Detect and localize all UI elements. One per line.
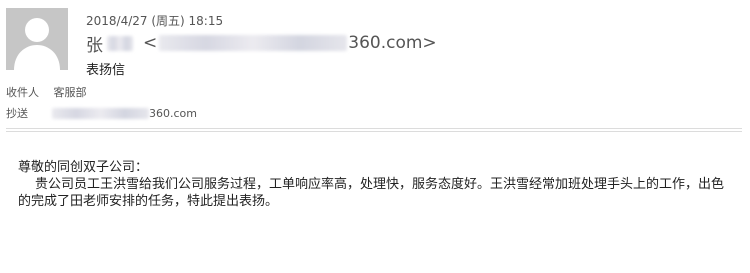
email-reading-pane: 2018/4/27 (周五) 18:15 张 < 360.com> 表扬信 收件… xyxy=(0,0,750,273)
to-row: 收件人 客服部 xyxy=(6,84,87,100)
to-label: 收件人 xyxy=(6,86,39,99)
body-greeting: 尊敬的同创双子公司： xyxy=(18,160,149,175)
sender-email-domain[interactable]: 360.com> xyxy=(348,33,436,53)
cc-label: 抄送 xyxy=(6,107,28,120)
cc-recipient-domain[interactable]: 360.com xyxy=(149,107,197,120)
sender-avatar[interactable] xyxy=(6,8,68,70)
redacted-sender-email xyxy=(159,35,348,51)
to-recipient[interactable]: 客服部 xyxy=(54,86,87,99)
sender-email-bracket: < xyxy=(143,33,158,53)
sender-name[interactable]: 张 xyxy=(86,31,103,56)
header-divider xyxy=(6,128,742,129)
email-body: 尊敬的同创双子公司： 贵公司员工王洪雪给我们公司服务过程，工单响应率高，处理快，… xyxy=(18,159,733,210)
cc-row: 抄送 360.com xyxy=(6,105,197,121)
email-subject: 表扬信 xyxy=(86,63,126,78)
sender-line[interactable]: 张 < 360.com> xyxy=(86,31,437,56)
redacted-cc-address xyxy=(52,107,149,119)
redacted-sender-name xyxy=(107,35,133,51)
body-paragraph: 贵公司员工王洪雪给我们公司服务过程，工单响应率高，处理快，服务态度好。王洪雪经常… xyxy=(18,177,725,209)
sent-datetime: 2018/4/27 (周五) 18:15 xyxy=(86,14,224,28)
header-divider-secondary xyxy=(6,131,742,132)
user-silhouette-icon xyxy=(14,18,60,70)
